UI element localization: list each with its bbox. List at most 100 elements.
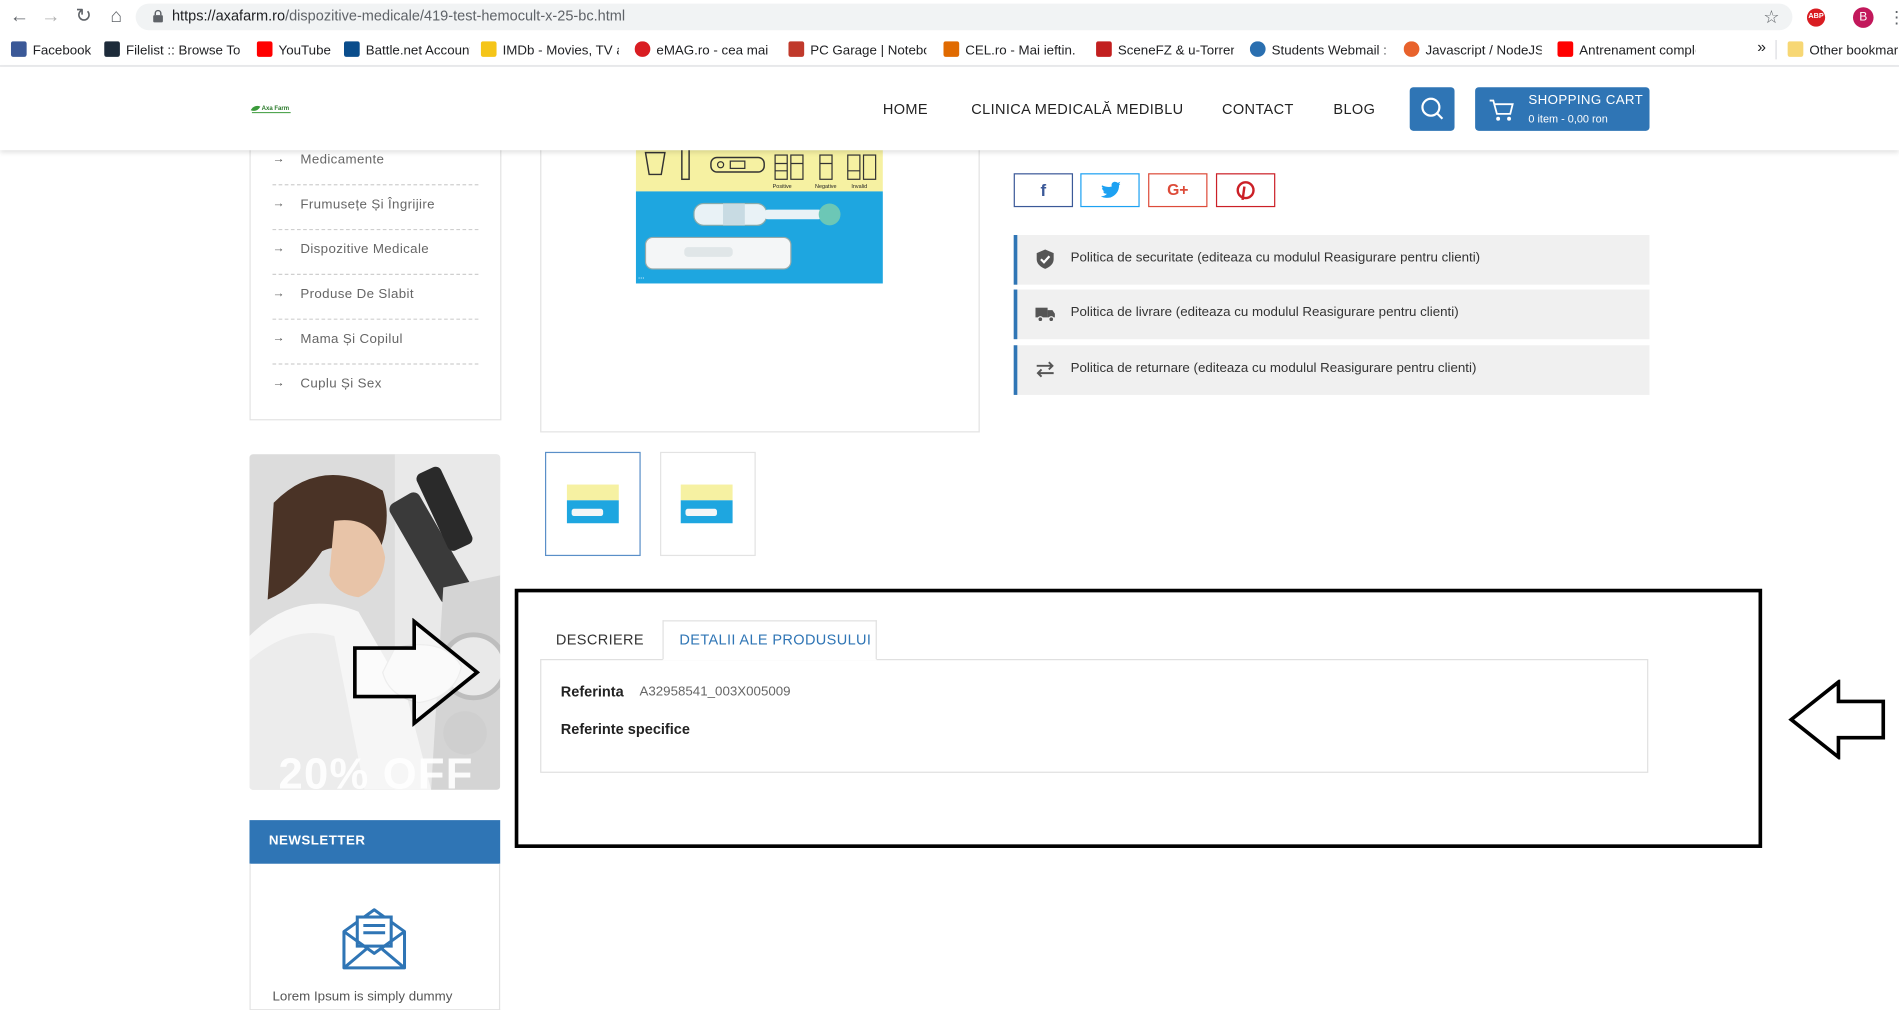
category-mama-copil[interactable]: → Mama Și Copilul: [272, 319, 479, 365]
share-facebook-button[interactable]: f: [1013, 173, 1074, 208]
bookmark-pcgarage[interactable]: PC Garage | Notebo: [788, 41, 926, 60]
bookmark-facebook[interactable]: Facebook: [10, 41, 93, 60]
cel-icon: [943, 41, 960, 57]
annotation-arrow-left-icon: [1788, 679, 1886, 760]
folder-icon: [1787, 41, 1804, 57]
policy-returns: Politica de returnare (editeaza cu modul…: [1013, 345, 1650, 395]
search-button[interactable]: [1409, 87, 1455, 131]
thumbnail-image: [680, 484, 733, 524]
bookmark-star-icon[interactable]: ☆: [1763, 6, 1779, 28]
swap-arrows-icon: [1036, 361, 1054, 378]
battlenet-icon: [343, 41, 360, 57]
twitter-icon: [1100, 181, 1121, 198]
policy-security: Politica de securitate (editeaza cu modu…: [1013, 235, 1650, 285]
home-icon[interactable]: ⌂: [104, 5, 128, 29]
category-label: Produse De Slabit: [300, 287, 414, 302]
shield-check-icon: [1036, 249, 1054, 269]
share-googleplus-button[interactable]: G+: [1148, 173, 1208, 208]
imdb-icon: [480, 41, 497, 57]
nav-home[interactable]: HOME: [883, 101, 928, 118]
bookmark-label: Filelist :: Browse Torre: [125, 43, 240, 59]
bookmark-label: PC Garage | Notebo: [810, 43, 927, 59]
bookmarks-overflow-icon[interactable]: »: [1757, 38, 1772, 57]
arrow-right-icon: →: [272, 376, 285, 391]
bookmark-label: CEL.ro - Mai ieftin. M: [965, 43, 1080, 59]
bookmark-cel[interactable]: CEL.ro - Mai ieftin. M: [943, 41, 1079, 60]
facebook-icon: f: [1040, 180, 1047, 200]
bookmark-filelist[interactable]: Filelist :: Browse Torre: [104, 41, 240, 60]
adblock-extension-icon[interactable]: ABP: [1806, 8, 1826, 27]
emag-icon: [634, 41, 651, 57]
url-path: /dispozitive-medicale/419-test-hemocult-…: [285, 7, 626, 25]
category-dispozitive[interactable]: → Dispozitive Medicale: [272, 229, 479, 275]
invalid-label: Invalid: [851, 184, 867, 190]
bookmark-scenefz[interactable]: SceneFZ & u-Torrent: [1096, 41, 1234, 60]
category-slabit[interactable]: → Produse De Slabit: [272, 274, 479, 320]
promo-discount-text: 20% OFF: [278, 748, 474, 799]
arrow-right-icon: →: [272, 242, 285, 256]
share-twitter-button[interactable]: [1080, 173, 1140, 208]
reload-icon[interactable]: ↻: [71, 5, 95, 29]
policy-delivery-text: Politica de livrare (editeaza cu modulul…: [1070, 305, 1459, 320]
leaf-logo-icon: Axa Farm: [250, 105, 291, 114]
newsletter-title: NEWSLETTER: [268, 833, 366, 848]
bookmark-javascript[interactable]: Javascript / NodeJS D: [1403, 41, 1542, 60]
bookmark-youtube[interactable]: YouTube: [256, 41, 332, 60]
pinterest-icon: [1236, 181, 1255, 201]
bookmark-label: Battle.net Account: [365, 43, 470, 59]
envelope-icon: [342, 908, 407, 970]
nav-blog[interactable]: BLOG: [1333, 101, 1375, 118]
pcgarage-icon: [788, 41, 805, 57]
cart-summary: 0 item - 0,00 ron: [1528, 112, 1608, 125]
category-cuplu[interactable]: → Cuplu Și Sex: [272, 363, 478, 408]
other-bookmarks[interactable]: Other bookmark: [1787, 41, 1899, 60]
google-plus-icon: G+: [1167, 180, 1189, 199]
newsletter-description: Lorem Ipsum is simply dummy: [272, 989, 453, 1005]
lock-icon: [153, 9, 163, 23]
bookmark-label: Antrenament comple: [1579, 43, 1696, 59]
category-label: Mama Și Copilul: [300, 331, 403, 347]
nav-contact[interactable]: CONTACT: [1222, 101, 1294, 118]
bookmark-imdb[interactable]: IMDb - Movies, TV ar: [480, 41, 619, 60]
arrow-right-icon: →: [272, 197, 285, 211]
share-pinterest-button[interactable]: [1215, 173, 1276, 208]
bookmark-webmail[interactable]: Students Webmail ::: [1249, 41, 1385, 60]
url-host: https://axafarm.ro: [171, 7, 286, 25]
youtube-icon: [256, 41, 273, 57]
svg-text:...: ...: [638, 271, 644, 281]
logo-text: Axa Farm: [262, 106, 290, 112]
bookmark-label: Javascript / NodeJS D: [1425, 43, 1542, 59]
profile-avatar[interactable]: B: [1852, 7, 1874, 28]
nav-clinica-medicala[interactable]: CLINICA MEDICALĂ MEDIBLU: [971, 101, 1183, 118]
bookmark-label: IMDb - Movies, TV ar: [502, 43, 619, 59]
webmail-icon: [1249, 41, 1266, 57]
thumbnail-image: [566, 484, 619, 524]
category-label: Medicamente: [300, 152, 385, 168]
policy-security-text: Politica de securitate (editeaza cu modu…: [1070, 250, 1481, 266]
bookmark-emag[interactable]: eMAG.ro - cea mai va: [634, 41, 770, 60]
bookmark-label: YouTube: [278, 43, 331, 59]
cart-icon: [1489, 99, 1514, 121]
bookmarks-divider: [1775, 39, 1777, 60]
hemocult-test-kit-image: Positive Negative Invalid ...: [635, 133, 883, 284]
bookmark-label: Facebook: [32, 43, 92, 59]
javascript-icon: [1403, 41, 1420, 57]
category-frumusete[interactable]: → Frumusețe Și Îngrijire: [272, 184, 479, 231]
bookmark-label: Other bookmark: [1809, 43, 1899, 59]
search-icon: [1421, 97, 1444, 120]
bookmark-label: SceneFZ & u-Torrent: [1117, 43, 1235, 59]
scenefz-icon: [1096, 41, 1112, 57]
bookmark-battlenet[interactable]: Battle.net Account: [343, 41, 470, 60]
forward-icon[interactable]: →: [39, 5, 63, 29]
back-icon[interactable]: ←: [7, 5, 31, 29]
youtube-icon: [1557, 41, 1574, 57]
bookmark-antrenament[interactable]: Antrenament comple: [1557, 41, 1696, 60]
browser-menu-icon[interactable]: ⋮: [1888, 7, 1899, 28]
category-label: Cuplu Și Sex: [300, 376, 382, 392]
annotation-arrow-right-icon: [353, 617, 481, 727]
site-logo[interactable]: Axa Farm: [249, 103, 293, 115]
url-text[interactable]: https://axafarm.ro/dispozitive-medicale/…: [172, 7, 625, 24]
cart-title: SHOPPING CART: [1528, 93, 1644, 108]
truck-icon: [1035, 307, 1055, 323]
facebook-icon: [10, 41, 27, 57]
